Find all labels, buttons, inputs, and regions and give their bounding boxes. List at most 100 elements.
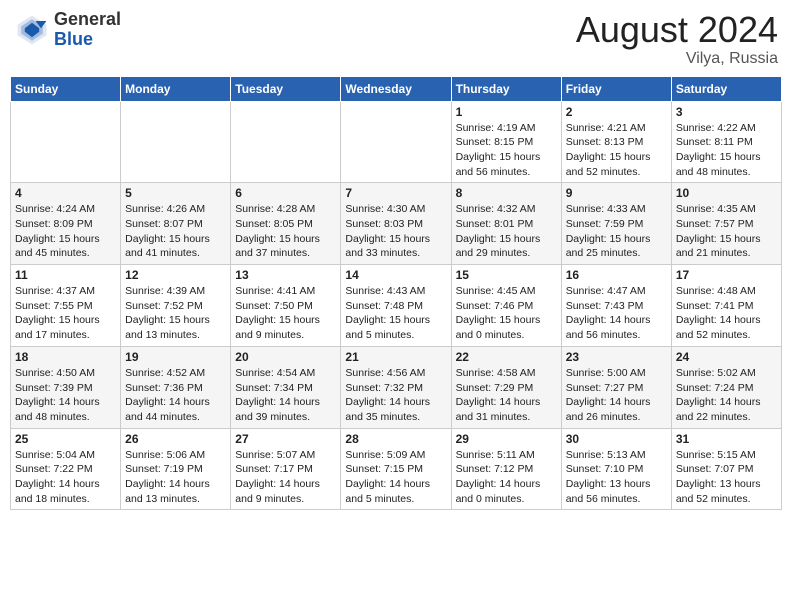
day-info: Sunrise: 5:13 AM Sunset: 7:10 PM Dayligh… [566, 448, 667, 507]
day-info: Sunrise: 4:56 AM Sunset: 7:32 PM Dayligh… [345, 366, 446, 425]
calendar-cell: 1Sunrise: 4:19 AM Sunset: 8:15 PM Daylig… [451, 101, 561, 183]
day-info: Sunrise: 4:58 AM Sunset: 7:29 PM Dayligh… [456, 366, 557, 425]
day-info: Sunrise: 5:11 AM Sunset: 7:12 PM Dayligh… [456, 448, 557, 507]
day-info: Sunrise: 4:30 AM Sunset: 8:03 PM Dayligh… [345, 202, 446, 261]
location: Vilya, Russia [576, 50, 778, 68]
title-block: August 2024 Vilya, Russia [576, 10, 778, 68]
day-number: 12 [125, 268, 226, 282]
col-header-thursday: Thursday [451, 76, 561, 101]
day-number: 10 [676, 186, 777, 200]
day-number: 1 [456, 105, 557, 119]
logo-icon [14, 12, 50, 48]
calendar-cell: 27 Sunrise: 5:07 AM Sunset: 7:17 PM Dayli… [231, 428, 341, 510]
calendar-cell: 2 Sunrise: 4:21 AM Sunset: 8:13 PM Daylig… [561, 101, 671, 183]
day-number: 23 [566, 350, 667, 364]
day-number: 15 [456, 268, 557, 282]
day-info: Sunrise: 4:48 AM Sunset: 7:41 PM Dayligh… [676, 284, 777, 343]
calendar-cell [121, 101, 231, 183]
day-number: 7 [345, 186, 446, 200]
calendar-cell [11, 101, 121, 183]
day-info: Sunrise: 5:15 AM Sunset: 7:07 PM Dayligh… [676, 448, 777, 507]
calendar-week-row: 18 Sunrise: 4:50 AM Sunset: 7:39 PM Dayli… [11, 346, 782, 428]
logo-general: General [54, 9, 121, 29]
day-number: 3 [676, 105, 777, 119]
day-info: Sunrise: 4:24 AM Sunset: 8:09 PM Dayligh… [15, 202, 116, 261]
day-info: Sunrise: 4:50 AM Sunset: 7:39 PM Dayligh… [15, 366, 116, 425]
calendar-cell: 29 Sunrise: 5:11 AM Sunset: 7:12 PM Dayli… [451, 428, 561, 510]
calendar-cell: 7 Sunrise: 4:30 AM Sunset: 8:03 PM Daylig… [341, 183, 451, 265]
calendar-cell: 20 Sunrise: 4:54 AM Sunset: 7:34 PM Dayli… [231, 346, 341, 428]
day-number: 14 [345, 268, 446, 282]
day-info: Sunrise: 5:00 AM Sunset: 7:27 PM Dayligh… [566, 366, 667, 425]
calendar-cell: 22 Sunrise: 4:58 AM Sunset: 7:29 PM Dayli… [451, 346, 561, 428]
calendar-cell [341, 101, 451, 183]
day-info: Sunrise: 5:04 AM Sunset: 7:22 PM Dayligh… [15, 448, 116, 507]
calendar-week-row: 25 Sunrise: 5:04 AM Sunset: 7:22 PM Dayli… [11, 428, 782, 510]
calendar-cell: 3 Sunrise: 4:22 AM Sunset: 8:11 PM Daylig… [671, 101, 781, 183]
day-info: Sunrise: 5:09 AM Sunset: 7:15 PM Dayligh… [345, 448, 446, 507]
day-info: Sunrise: 4:54 AM Sunset: 7:34 PM Dayligh… [235, 366, 336, 425]
calendar-cell: 11Sunrise: 4:37 AM Sunset: 7:55 PM Dayli… [11, 265, 121, 347]
calendar-header-row: SundayMondayTuesdayWednesdayThursdayFrid… [11, 76, 782, 101]
day-info: Sunrise: 4:32 AM Sunset: 8:01 PM Dayligh… [456, 202, 557, 261]
day-info: Sunrise: 4:41 AM Sunset: 7:50 PM Dayligh… [235, 284, 336, 343]
day-number: 8 [456, 186, 557, 200]
page-header: General Blue August 2024 Vilya, Russia [10, 10, 782, 68]
calendar-cell: 12 Sunrise: 4:39 AM Sunset: 7:52 PM Dayli… [121, 265, 231, 347]
calendar-table: SundayMondayTuesdayWednesdayThursdayFrid… [10, 76, 782, 511]
calendar-cell: 10 Sunrise: 4:35 AM Sunset: 7:57 PM Dayli… [671, 183, 781, 265]
calendar-week-row: 4Sunrise: 4:24 AM Sunset: 8:09 PM Daylig… [11, 183, 782, 265]
day-number: 22 [456, 350, 557, 364]
day-info: Sunrise: 4:52 AM Sunset: 7:36 PM Dayligh… [125, 366, 226, 425]
calendar-cell [231, 101, 341, 183]
day-number: 31 [676, 432, 777, 446]
day-info: Sunrise: 4:39 AM Sunset: 7:52 PM Dayligh… [125, 284, 226, 343]
day-info: Sunrise: 5:02 AM Sunset: 7:24 PM Dayligh… [676, 366, 777, 425]
day-number: 27 [235, 432, 336, 446]
day-info: Sunrise: 4:21 AM Sunset: 8:13 PM Dayligh… [566, 121, 667, 180]
calendar-cell: 15 Sunrise: 4:45 AM Sunset: 7:46 PM Dayli… [451, 265, 561, 347]
day-number: 25 [15, 432, 116, 446]
day-info: Sunrise: 4:45 AM Sunset: 7:46 PM Dayligh… [456, 284, 557, 343]
day-number: 11 [15, 268, 116, 282]
calendar-cell: 18 Sunrise: 4:50 AM Sunset: 7:39 PM Dayli… [11, 346, 121, 428]
calendar-cell: 16 Sunrise: 4:47 AM Sunset: 7:43 PM Dayli… [561, 265, 671, 347]
calendar-cell: 14 Sunrise: 4:43 AM Sunset: 7:48 PM Dayli… [341, 265, 451, 347]
col-header-saturday: Saturday [671, 76, 781, 101]
calendar-week-row: 11Sunrise: 4:37 AM Sunset: 7:55 PM Dayli… [11, 265, 782, 347]
col-header-wednesday: Wednesday [341, 76, 451, 101]
day-number: 26 [125, 432, 226, 446]
day-number: 18 [15, 350, 116, 364]
day-number: 19 [125, 350, 226, 364]
col-header-monday: Monday [121, 76, 231, 101]
calendar-cell: 4Sunrise: 4:24 AM Sunset: 8:09 PM Daylig… [11, 183, 121, 265]
calendar-cell: 24 Sunrise: 5:02 AM Sunset: 7:24 PM Dayli… [671, 346, 781, 428]
day-number: 29 [456, 432, 557, 446]
day-info: Sunrise: 4:47 AM Sunset: 7:43 PM Dayligh… [566, 284, 667, 343]
day-info: Sunrise: 5:07 AM Sunset: 7:17 PM Dayligh… [235, 448, 336, 507]
col-header-friday: Friday [561, 76, 671, 101]
day-number: 16 [566, 268, 667, 282]
day-number: 24 [676, 350, 777, 364]
logo: General Blue [14, 10, 121, 50]
calendar-cell: 19 Sunrise: 4:52 AM Sunset: 7:36 PM Dayli… [121, 346, 231, 428]
calendar-cell: 8 Sunrise: 4:32 AM Sunset: 8:01 PM Daylig… [451, 183, 561, 265]
day-info: Sunrise: 4:22 AM Sunset: 8:11 PM Dayligh… [676, 121, 777, 180]
calendar-cell: 25 Sunrise: 5:04 AM Sunset: 7:22 PM Dayli… [11, 428, 121, 510]
calendar-cell: 28 Sunrise: 5:09 AM Sunset: 7:15 PM Dayli… [341, 428, 451, 510]
day-info: Sunrise: 4:35 AM Sunset: 7:57 PM Dayligh… [676, 202, 777, 261]
day-info: Sunrise: 4:43 AM Sunset: 7:48 PM Dayligh… [345, 284, 446, 343]
day-number: 5 [125, 186, 226, 200]
day-number: 28 [345, 432, 446, 446]
day-number: 9 [566, 186, 667, 200]
calendar-cell: 13 Sunrise: 4:41 AM Sunset: 7:50 PM Dayli… [231, 265, 341, 347]
day-info: Sunrise: 4:26 AM Sunset: 8:07 PM Dayligh… [125, 202, 226, 261]
col-header-tuesday: Tuesday [231, 76, 341, 101]
day-number: 13 [235, 268, 336, 282]
day-number: 2 [566, 105, 667, 119]
day-number: 30 [566, 432, 667, 446]
calendar-cell: 6Sunrise: 4:28 AM Sunset: 8:05 PM Daylig… [231, 183, 341, 265]
day-info: Sunrise: 5:06 AM Sunset: 7:19 PM Dayligh… [125, 448, 226, 507]
calendar-cell: 5 Sunrise: 4:26 AM Sunset: 8:07 PM Daylig… [121, 183, 231, 265]
day-number: 20 [235, 350, 336, 364]
